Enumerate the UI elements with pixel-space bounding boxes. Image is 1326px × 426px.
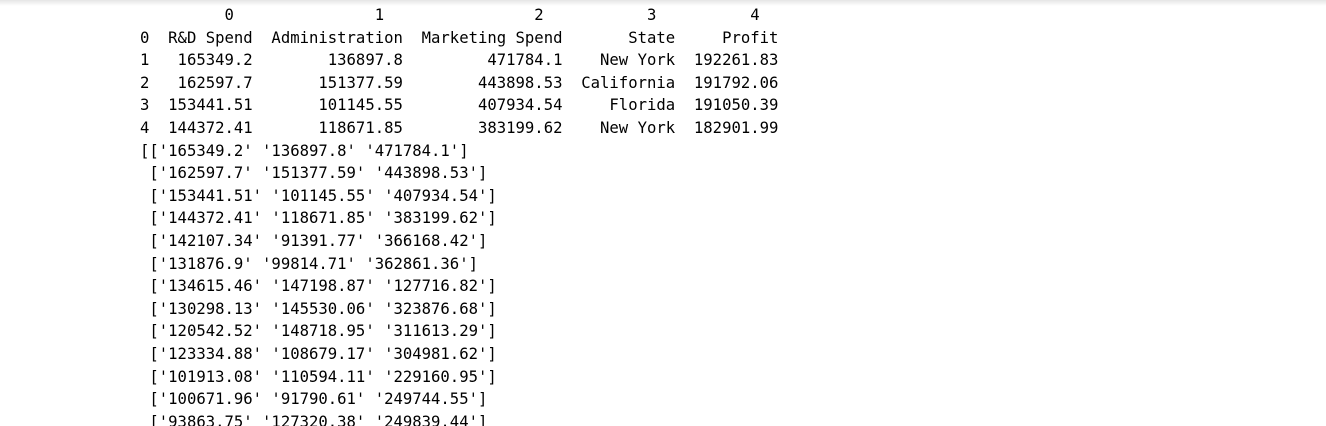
array-row: [['165349.2' '136897.8' '471784.1'] (140, 141, 469, 160)
array-row: ['134615.46' '147198.87' '127716.82'] (140, 277, 497, 296)
array-row: ['144372.41' '118671.85' '383199.62'] (140, 209, 497, 228)
array-row: ['120542.52' '148718.95' '311613.29'] (140, 322, 497, 341)
dataframe-row: 3 153441.51 101145.55 407934.54 Florida … (140, 96, 779, 115)
dataframe-row: 1 165349.2 136897.8 471784.1 New York 19… (140, 51, 779, 70)
array-row: ['162597.7' '151377.59' '443898.53'] (140, 164, 488, 183)
array-row: ['142107.34' '91391.77' '366168.42'] (140, 231, 488, 250)
array-row: ['93863.75' '127320.38' '249839.44'] (140, 412, 488, 426)
array-row: ['100671.96' '91790.61' '249744.55'] (140, 390, 488, 409)
cell-output-area: 0 1 2 3 4 0 R&D Spend Administration Mark… (0, 0, 1326, 426)
dataframe-row: 2 162597.7 151377.59 443898.53 Californi… (140, 73, 779, 92)
dataframe-header-row: 0 R&D Spend Administration Marketing Spe… (140, 28, 779, 47)
array-row: ['131876.9' '99814.71' '362861.36'] (140, 254, 478, 273)
array-row: ['130298.13' '145530.06' '323876.68'] (140, 299, 497, 318)
array-row: ['153441.51' '101145.55' '407934.54'] (140, 186, 497, 205)
dataframe-row: 4 144372.41 118671.85 383199.62 New York… (140, 118, 779, 137)
dataframe-column-index-row: 0 1 2 3 4 (140, 6, 760, 24)
array-row: ['123334.88' '108679.17' '304981.62'] (140, 344, 497, 363)
console-output-text: 0 1 2 3 4 0 R&D Spend Administration Mark… (140, 4, 778, 426)
array-row: ['101913.08' '110594.11' '229160.95'] (140, 367, 497, 386)
